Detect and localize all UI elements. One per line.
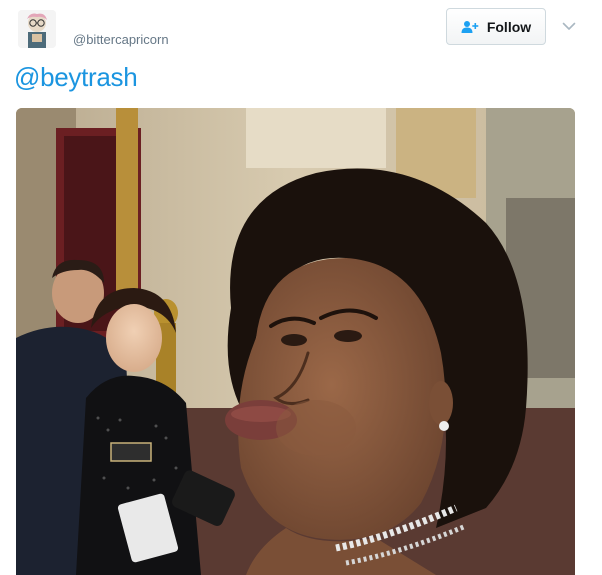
avatar[interactable] <box>18 10 56 48</box>
avatar-illustration-icon <box>18 10 56 48</box>
tweet-text-mention[interactable]: @beytrash <box>14 62 138 93</box>
add-user-icon <box>461 20 481 34</box>
tweet-media-photo[interactable] <box>16 108 575 575</box>
user-handle[interactable]: @bittercapricorn <box>73 32 169 47</box>
follow-label: Follow <box>486 18 532 35</box>
photo-illustration <box>16 108 575 575</box>
chevron-down-icon[interactable] <box>561 18 577 34</box>
tweet-card: @bittercapricorn Follow @beytrash <box>0 0 602 575</box>
follow-button[interactable]: Follow <box>446 8 546 45</box>
